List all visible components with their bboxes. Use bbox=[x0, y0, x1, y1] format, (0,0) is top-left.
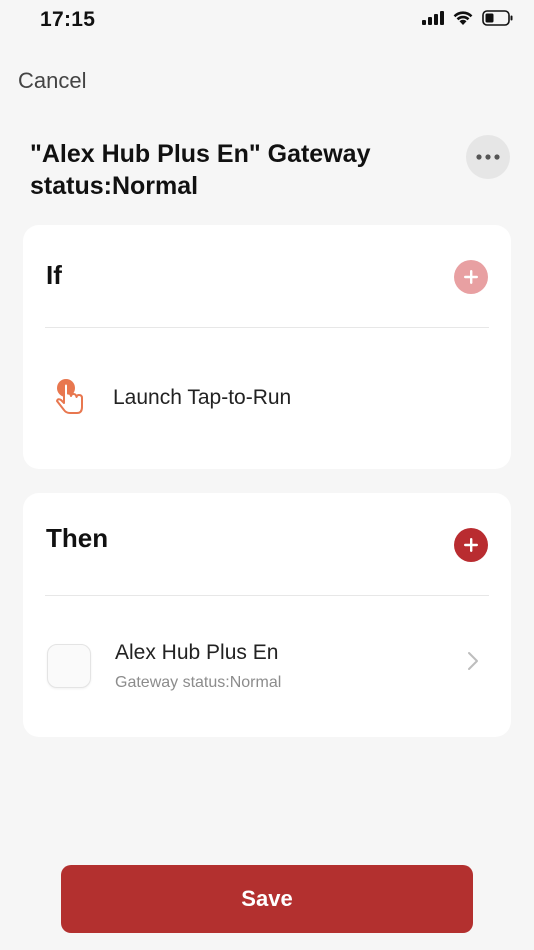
status-bar: 17:15 bbox=[0, 0, 534, 44]
if-card: If Launch Tap-to-Run bbox=[23, 225, 511, 469]
wifi-icon bbox=[453, 11, 473, 25]
action-row-device[interactable]: Alex Hub Plus En Gateway status:Normal bbox=[23, 596, 511, 736]
add-action-button[interactable] bbox=[454, 528, 488, 562]
more-options-button[interactable] bbox=[466, 135, 510, 179]
save-button[interactable]: Save bbox=[61, 865, 473, 933]
plus-icon bbox=[464, 270, 478, 284]
add-condition-button[interactable] bbox=[454, 260, 488, 294]
tap-hand-icon bbox=[56, 379, 83, 414]
cellular-signal-icon bbox=[422, 11, 444, 25]
status-icons bbox=[422, 10, 514, 26]
battery-icon bbox=[482, 10, 513, 26]
condition-row-tap-to-run[interactable]: Launch Tap-to-Run bbox=[23, 328, 511, 468]
chevron-right-icon bbox=[468, 652, 478, 670]
plus-icon bbox=[464, 538, 478, 552]
status-time: 17:15 bbox=[40, 8, 96, 31]
if-heading: If bbox=[46, 260, 62, 290]
action-device-name: Alex Hub Plus En bbox=[115, 641, 279, 664]
page-title: "Alex Hub Plus En" Gateway status:Normal bbox=[30, 140, 371, 200]
condition-label: Launch Tap-to-Run bbox=[113, 386, 292, 409]
ellipsis-icon bbox=[476, 154, 500, 160]
then-heading: Then bbox=[46, 523, 109, 553]
device-thumbnail bbox=[47, 644, 91, 688]
cancel-button[interactable]: Cancel bbox=[18, 68, 86, 94]
action-device-status: Gateway status:Normal bbox=[115, 674, 282, 691]
then-card: Then Alex Hub Plus En Gateway status:Nor… bbox=[23, 493, 511, 737]
